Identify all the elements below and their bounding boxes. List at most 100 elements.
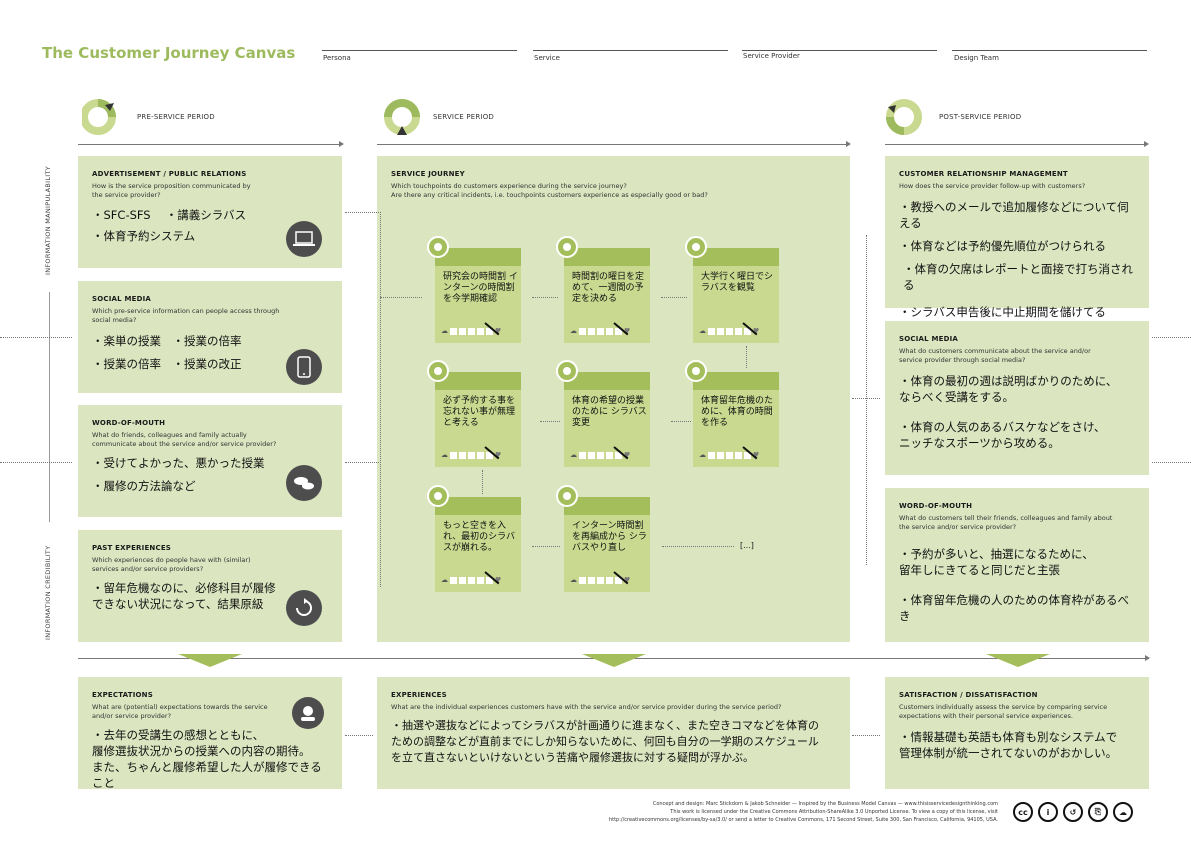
connector [380,297,422,298]
connector [345,462,381,463]
persona-line [322,50,517,51]
footer-line2: This work is licensed under the Creative… [670,809,998,815]
experiences-question: What are the individual experiences cust… [391,703,782,711]
smartphone-icon [286,349,322,385]
provider-line [742,50,937,51]
crm-question: How does the service provider follow-up … [899,182,1086,190]
touchpoint-card[interactable]: インターン時間割を再編成から シラバスやり直し ☁ ♥ [556,485,650,592]
touchpoint-card[interactable]: 必ず予約する事を忘れない事が無理と考える ☁ ♥ [427,360,521,467]
team-label: Design Team [954,54,999,62]
satisfaction-line1: ・情報基礎も英語も体育も別なシステムで [899,730,1118,744]
social-post-title: SOCIAL MEDIA [899,335,959,343]
connector [1152,462,1191,463]
crm-line4: ・シラバス申告後に中止期間を儲けてる [899,305,1106,319]
post-arrow-head [1144,141,1149,147]
wom-post-line1: ・予約が多いと、抽選になるために、 [899,547,1094,561]
social-pre-question: Which pre-service information can people… [92,307,280,324]
service-line [533,50,728,51]
past-title: PAST EXPERIENCES [92,544,172,552]
touchpoint-card[interactable]: 体育の希望の授業のために シラバス変更 ☁ ♥ [556,360,650,467]
touchpoint-card[interactable]: もっと空きを入れ、最初のシラバスが崩れる。 ☁ ♥ [427,485,521,592]
satisfaction-title: SATISFACTION / DISSATISFACTION [899,691,1038,699]
laptop-icon [286,221,322,257]
cycle-icon [286,590,322,626]
expectations-title: EXPECTATIONS [92,691,153,699]
advertisement-line1: ・SFC-SFS ・講義シラバス [92,208,247,222]
social-post-line1: ・体育の最初の週は説明ばかりのために、 [899,374,1118,388]
social-media-pre-box: SOCIAL MEDIA Which pre-service informati… [78,281,342,393]
copy-icon: ⎘ [1088,802,1108,822]
connector [532,546,560,547]
post-period-icon [886,99,922,135]
side-axis-line [49,292,50,522]
social-post-line3: ・体育の人気のあるバスケなどをさけ、 [899,420,1106,434]
post-arrow-line [885,144,1145,145]
connector [0,462,72,463]
footer-line3: http://creativecommons.org/licenses/by-s… [608,817,998,823]
connector [380,212,381,587]
cloud-icon: ☁ [699,327,706,335]
connector [852,735,880,736]
past-experiences-box: PAST EXPERIENCES Which experiences do pe… [78,530,342,642]
connector [662,546,734,547]
connector [0,337,72,338]
satisfaction-line2: 管理体制が統一されてないのがおかしい。 [899,746,1118,760]
connector [540,421,560,422]
service-arrow-line [377,144,847,145]
social-post-line4: ニッチなスポーツから攻める。 [899,436,1060,450]
pre-arrow-line [78,144,340,145]
service-period-label: SERVICE PERIOD [433,113,495,121]
connector [671,421,691,422]
touchpoint-card[interactable]: 体育留年危機のために、体育の時間を作る ☁ ♥ [685,360,779,467]
cloud-icon: ☁ [441,451,448,459]
canvas-title: The Customer Journey Canvas [42,44,296,62]
satisfaction-question: Customers individually assess the servic… [899,703,1108,720]
expectations-line3: また、ちゃんと履修希望した人が履修できること [92,760,322,790]
experiences-title: EXPERIENCES [391,691,447,699]
advertisement-question: How is the service proposition communica… [92,182,251,199]
cloud-icon: ☁ [570,576,577,584]
touchpoint-card[interactable]: 時間割の曜日を定めて、一週間の予定を決める ☁ ♥ [556,236,650,343]
touchpoint-card[interactable]: 大学行く曜日でシラバスを観覧 ☁ ♥ [685,236,779,343]
touchpoint-text: もっと空きを入れ、最初のシラバスが崩れる。 [443,521,516,553]
journey-title: SERVICE JOURNEY [391,170,465,178]
experiences-line2: ための調整などが直前までにしか知らないために、何回も自分の一学期のスケジュール [391,735,819,748]
team-line [952,50,1147,51]
social-post-line2: ならべく受講をする。 [899,390,1014,404]
cloud-icon: ☁ [441,327,448,335]
remix-icon: ☁ [1113,802,1133,822]
connector [345,212,381,213]
cc-icon: cc [1013,802,1033,822]
expectations-line1: ・去年の受講生の感想とともに、 [92,728,265,742]
footer-credits: Concept and design: Marc Stickdorn & Jak… [420,800,998,824]
post-period-label: POST-SERVICE PERIOD [939,113,1022,121]
wom-post-line2: 留年しにきてると同じだと主張 [899,563,1060,577]
connector [661,297,687,298]
touchpoint-card[interactable]: 研究会の時間割 インターンの時間割を今学期確認 ☁ ♥ [427,236,521,343]
service-period-icon [384,99,420,135]
footer-line1: Concept and design: Marc Stickdorn & Jak… [652,801,998,807]
connector [746,346,747,368]
experiences-box: EXPERIENCES What are the individual expe… [377,677,850,789]
touchpoint-text: 大学行く曜日でシラバスを観覧 [701,272,774,293]
cloud-icon: ☁ [441,576,448,584]
down-triangle [178,654,242,667]
provider-label: Service Provider [743,52,800,60]
pre-period-icon [82,99,116,135]
advertisement-title: ADVERTISEMENT / PUBLIC RELATIONS [92,170,247,178]
past-question: Which experiences do people have with (s… [92,556,251,573]
down-triangle [986,654,1050,667]
speech-bubbles-icon [286,465,322,501]
crm-line3: ・体育の欠席はレポートと面接で打ち消される [903,262,1133,292]
wom-post-line3: ・体育留年危機の人のための体育枠があるべき [899,593,1129,623]
connector [866,235,867,565]
connector [482,470,483,494]
journey-question2: Are there any critical incidents, i.e. t… [391,191,708,199]
info-credibility-label: INFORMATION CREDIBILITY [44,545,52,640]
down-triangle [582,654,646,667]
wom-pre-title: WORD-OF-MOUTH [92,419,166,427]
connector [345,735,373,736]
service-arrow-head [846,141,851,147]
persona-label: Persona [323,54,351,62]
expectations-line2: 履修選抜状況からの授業への内容の期待。 [92,744,311,758]
